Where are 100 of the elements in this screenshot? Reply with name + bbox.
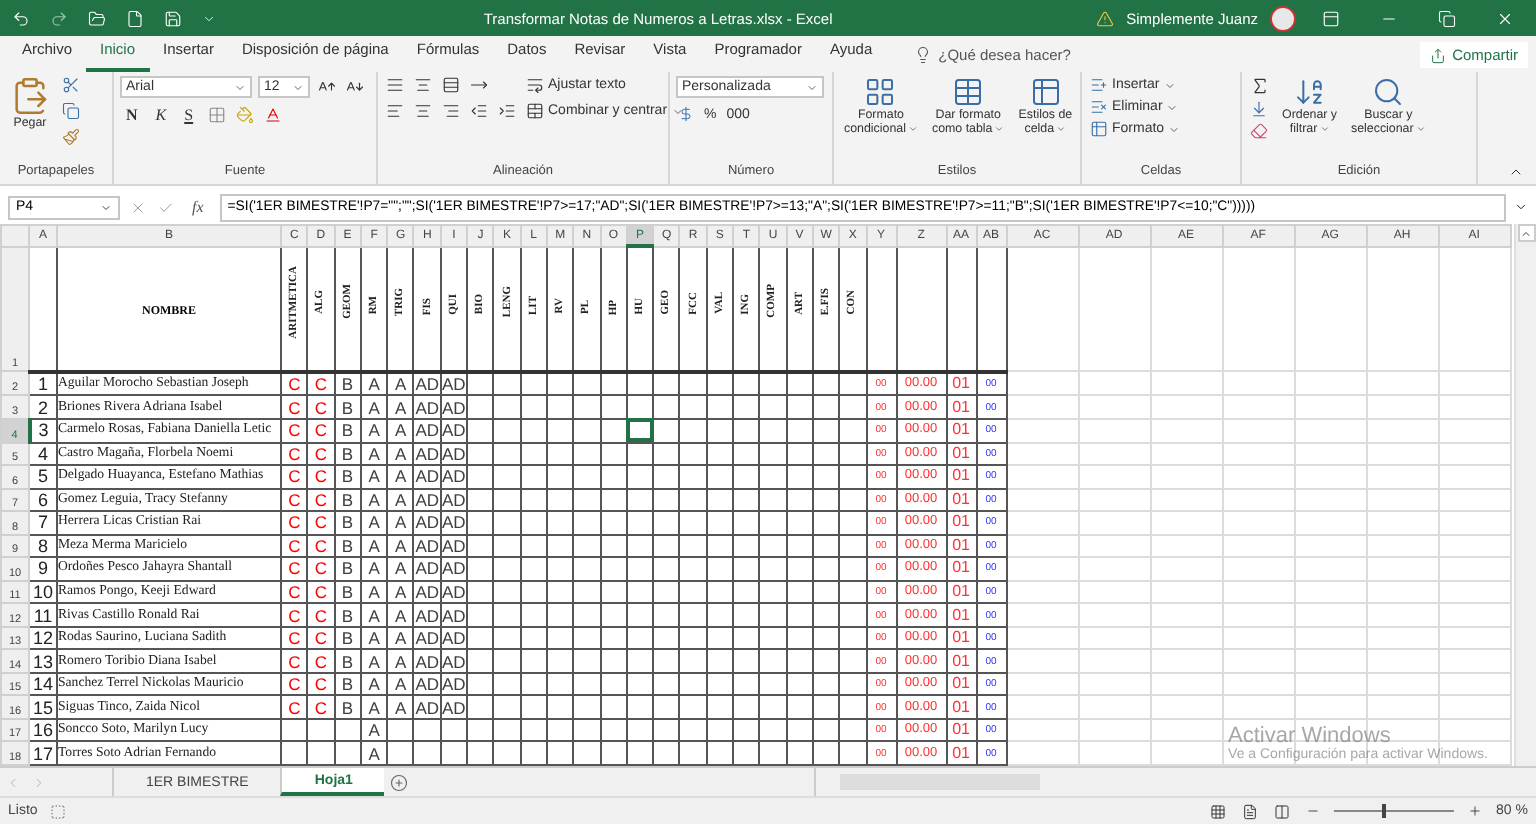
copy-icon [62,102,80,120]
grade-cell: C [307,695,335,719]
insert-function-button[interactable]: fx [184,198,212,216]
grow-font-button[interactable] [316,78,338,96]
decrease-indent-button[interactable] [468,102,490,120]
table-cell: 01 [946,511,977,535]
align-top-button[interactable] [384,76,406,94]
zoom-out-button[interactable] [1304,804,1323,818]
grade-cell: AD [413,511,441,535]
orientation-icon [470,76,488,94]
page-break-button[interactable] [1272,803,1293,819]
grade-cell: C [307,649,335,673]
orientation-button[interactable] [468,76,490,94]
table-cell: 01 [946,718,977,742]
shrink-font-button[interactable] [344,78,366,96]
warning-icon [1096,9,1115,27]
grade-cell: A [387,465,414,489]
grade-cell: A [360,695,388,719]
italic-button[interactable]: K [149,106,173,124]
grade-cell: B [334,557,361,581]
currency-icon [678,106,694,122]
paintbrush-icon [62,128,80,146]
grade-cell: C [281,534,308,558]
format-painter-button[interactable] [60,128,82,146]
grade-cell: AD [413,371,441,396]
avatar [1270,5,1296,31]
undo-button[interactable] [8,9,34,27]
indent-increase-icon [498,102,516,120]
borders-button[interactable] [205,106,228,124]
grade-cell: A [360,626,388,650]
grade-cell: A [387,488,414,512]
caret-icon [1415,124,1426,135]
underline-button[interactable]: S [178,106,200,124]
currency-button[interactable] [676,106,696,122]
grade-cell: AD [413,442,441,466]
page-layout-button[interactable] [1240,803,1261,819]
grade-cell: AD [413,395,441,419]
table-cell: 01 [946,580,977,604]
selected-cell[interactable] [626,418,654,443]
student-number-cell: 5 [29,465,57,489]
grade-cell: C [281,672,308,696]
fill-color-button[interactable] [233,106,256,124]
student-number-cell: 16 [29,718,57,742]
align-left-button[interactable] [384,102,406,120]
align-center-button[interactable] [412,102,434,120]
new-button[interactable] [122,9,148,27]
caret-icon [1056,124,1067,135]
scroll-up-button[interactable] [1517,224,1535,242]
open-button[interactable] [84,9,110,27]
grade-cell: B [334,418,361,443]
clipboard-icon [10,76,50,116]
grade-cell: AD [440,626,468,650]
grade-cell: A [387,695,414,719]
grade-cell: C [281,442,308,466]
align-left-icon [386,102,404,120]
grade-cell: C [307,465,335,489]
bold-button[interactable]: N [120,106,144,124]
grade-cell: C [307,488,335,512]
clear-button[interactable] [1248,122,1272,140]
caret-icon [907,124,918,135]
cut-button[interactable] [60,76,82,94]
grade-cell: AD [413,580,441,604]
plus-circle-icon [390,773,409,791]
eraser-icon [1250,122,1268,140]
autosum-button[interactable] [1248,76,1272,96]
plus-icon [1468,804,1483,818]
zoom-in-button[interactable] [1466,804,1485,818]
grade-cell: A [387,511,414,535]
grade-cell: A [387,371,414,396]
table-cell: 01 [946,557,977,581]
student-number-cell: 6 [29,488,57,512]
grade-cell: A [360,557,388,581]
cancel-button[interactable] [128,199,148,215]
folder-icon [88,9,106,27]
font-color-button[interactable] [261,106,284,124]
save-icon [164,9,182,27]
align-right-button[interactable] [440,102,462,120]
grade-cell: C [307,511,335,535]
vertical-scrollbar[interactable] [1514,224,1536,766]
grade-cell: B [334,672,361,696]
redo-button[interactable] [46,9,72,27]
student-number-cell: 12 [29,626,57,650]
grade-cell: B [334,626,361,650]
grade-cell: C [281,626,308,650]
grade-cell: B [334,465,361,489]
save-button[interactable] [160,9,186,27]
collapse-icon [1508,164,1524,180]
grade-cell: AD [440,672,468,696]
align-middle-button[interactable] [412,76,434,94]
file-icon [126,9,144,27]
grade-cell: AD [440,534,468,558]
normal-view-button[interactable] [1208,803,1229,819]
increase-indent-button[interactable] [496,102,518,120]
minus-icon [1306,804,1321,818]
zoom-thumb[interactable] [1382,804,1387,818]
table-cell: 01 [946,395,977,419]
student-number-cell: 1 [29,371,57,396]
grade-cell: B [334,580,361,604]
grade-cell: C [281,649,308,673]
copy-button[interactable] [60,102,82,120]
